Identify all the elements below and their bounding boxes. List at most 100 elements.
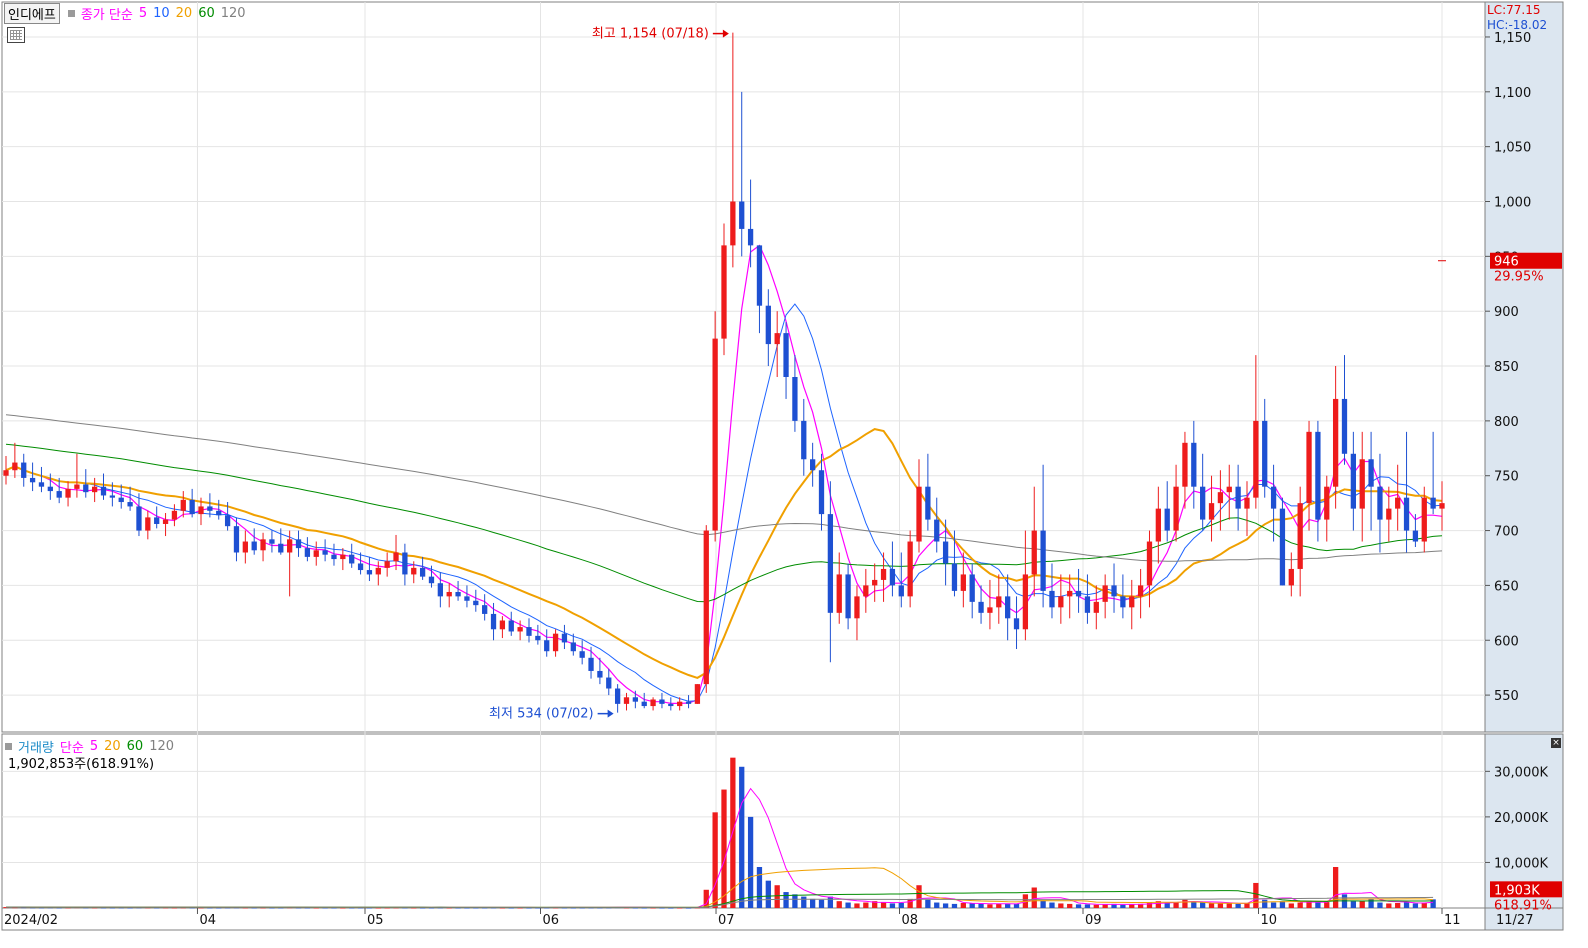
- candle-body: [482, 605, 488, 614]
- price-tick-label: 1,150: [1494, 31, 1531, 46]
- candle-body: [951, 563, 958, 591]
- current-volume-pct-label: 618.91%: [1494, 898, 1552, 913]
- volume-bar: [1270, 902, 1277, 908]
- candle-body: [579, 651, 585, 658]
- x-tick-label: 04: [199, 913, 216, 928]
- candle-body: [925, 486, 931, 520]
- x-last-date-label: 11/27: [1496, 913, 1533, 928]
- candle-body: [1173, 486, 1179, 531]
- price-tick-label: 850: [1494, 360, 1519, 375]
- volume-bar: [747, 816, 754, 908]
- candle-body: [1155, 508, 1161, 542]
- candle-body: [668, 703, 674, 707]
- candle-body: [357, 563, 364, 571]
- candle-body: [1439, 503, 1445, 509]
- candle-body: [269, 539, 275, 544]
- candle-body: [1075, 590, 1082, 597]
- candle-body: [898, 585, 904, 597]
- candle-body: [1430, 497, 1436, 509]
- lc-readout: LC:77.15: [1487, 3, 1546, 17]
- volume-bar: [827, 896, 834, 908]
- candle-body: [721, 245, 727, 339]
- volume-bar: [774, 885, 780, 908]
- current-change-label: 29.95%: [1494, 270, 1544, 285]
- vol-ma-period-120: 120: [149, 739, 175, 754]
- candle-body: [340, 554, 346, 560]
- candle-body: [863, 585, 869, 597]
- ma-period-5: 5: [138, 6, 148, 21]
- vol-ma-period-5: 5: [89, 739, 99, 754]
- volume-bar: [978, 903, 984, 908]
- candle-body: [402, 552, 408, 575]
- price-pane-frame: [1, 1, 1486, 733]
- candle-body: [384, 561, 390, 568]
- candle-body: [1403, 497, 1410, 531]
- candle-body: [411, 567, 417, 575]
- candle-body: [322, 550, 328, 555]
- candle-body: [313, 550, 319, 557]
- candle-body: [1022, 574, 1029, 630]
- grid-toggle-icon[interactable]: [7, 27, 25, 43]
- candle-body: [1332, 398, 1339, 487]
- candle-body: [242, 541, 248, 553]
- volume-bar: [783, 892, 789, 908]
- candle-body: [552, 633, 559, 652]
- volume-bar: [907, 898, 913, 908]
- candle-body: [118, 497, 124, 503]
- candle-body: [685, 701, 692, 704]
- candle-body: [1111, 585, 1117, 597]
- x-tick-label: 2024/02: [4, 913, 58, 928]
- volume-bar: [1049, 902, 1055, 908]
- volume-bar: [960, 902, 966, 908]
- volume-bar: [925, 899, 931, 908]
- candle-body: [1146, 541, 1153, 586]
- candle-body: [446, 591, 452, 597]
- volume-bar: [1129, 904, 1135, 908]
- candle-body: [659, 699, 665, 704]
- candle-body: [960, 574, 966, 591]
- price-tick-label: 600: [1494, 634, 1519, 649]
- candle-body: [12, 462, 18, 471]
- candle-body: [1182, 442, 1188, 487]
- x-tick-label: 11: [1444, 913, 1461, 928]
- candle-body: [1208, 503, 1215, 520]
- candle-body: [783, 333, 789, 377]
- candle-body: [730, 201, 736, 246]
- ma-label: 종가 단순: [80, 8, 133, 23]
- stock-name[interactable]: 인디에프: [4, 3, 60, 24]
- hc-label: HC:-18.02: [1487, 18, 1548, 32]
- candle-body: [1350, 453, 1357, 509]
- volume-bar: [1403, 902, 1410, 908]
- volume-bar: [1164, 902, 1170, 908]
- candle-body: [747, 228, 754, 246]
- volume-tick-label: 10,000K: [1494, 856, 1548, 871]
- close-pane-icon[interactable]: ×: [1551, 738, 1561, 748]
- candle-body: [1253, 420, 1259, 498]
- x-tick-label: 06: [543, 913, 560, 928]
- candle-body: [1164, 508, 1170, 531]
- candle-body: [1306, 431, 1312, 504]
- volume-bar: [1288, 903, 1294, 908]
- candle-body: [845, 574, 851, 619]
- volume-bar: [765, 880, 771, 908]
- candle-body: [544, 640, 550, 652]
- volume-bar: [1182, 899, 1188, 908]
- volume-bar: [898, 902, 904, 908]
- candle-body: [1084, 596, 1091, 613]
- candle-body: [74, 484, 80, 489]
- volume-bar: [1031, 887, 1037, 908]
- candle-body: [287, 539, 293, 553]
- ma-period-10: 10: [153, 6, 170, 21]
- volume-bar: [1191, 901, 1197, 908]
- volume-bar: [712, 812, 718, 908]
- volume-tick-label: 30,000K: [1494, 765, 1548, 780]
- price-tick-label: 1,100: [1494, 86, 1531, 101]
- volume-bar: [1332, 867, 1339, 908]
- stock-chart[interactable]: 5506006507007508008509009501,0001,0501,1…: [0, 0, 1588, 948]
- volume-bar: [1217, 902, 1224, 908]
- candle-body: [987, 607, 993, 613]
- volume-bar: [1421, 902, 1427, 908]
- x-axis-strip: [1, 907, 1564, 931]
- volume-bar: [1084, 904, 1091, 908]
- candle-body: [1191, 442, 1197, 487]
